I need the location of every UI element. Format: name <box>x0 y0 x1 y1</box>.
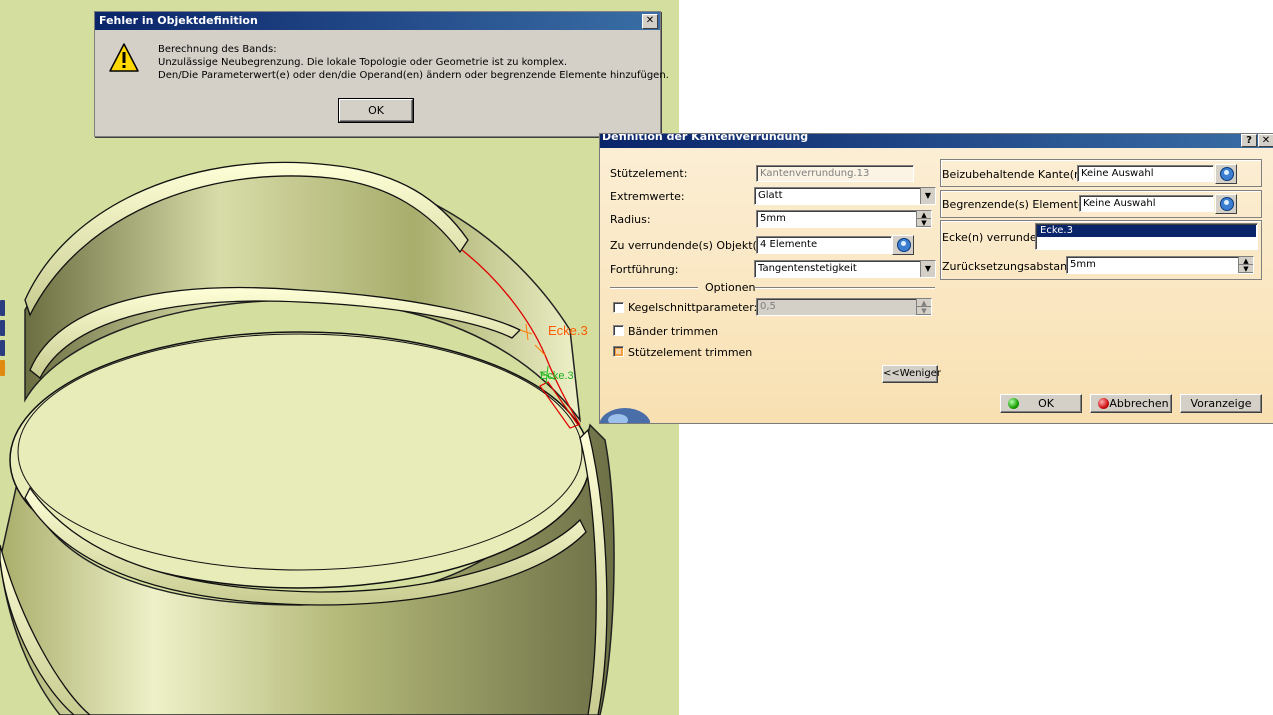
error-dialog-titlebar[interactable]: Fehler in Objektdefinition ✕ <box>95 12 660 30</box>
corners-label: Ecke(n) verrunden <box>942 231 1044 244</box>
trim-ribbons-checkbox[interactable] <box>613 325 624 336</box>
toolbar-icon[interactable] <box>0 340 5 356</box>
edges-to-keep-field[interactable]: Keine Auswahl <box>1077 165 1214 182</box>
propagation-label: Fortführung: <box>610 263 679 276</box>
edges-to-keep-label: Beizubehaltende Kante(n): <box>942 168 1090 181</box>
conic-spinner: ▲ ▼ <box>916 299 931 315</box>
setback-field[interactable]: 5mm ▲ ▼ <box>1066 256 1254 274</box>
trim-support-checkbox[interactable] <box>613 346 624 357</box>
setback-spinner[interactable]: ▲ ▼ <box>1238 257 1253 273</box>
radius-label: Radius: <box>610 213 651 226</box>
error-message: Berechnung des Bands: Unzulässige Neubeg… <box>158 43 669 82</box>
objects-select-button[interactable] <box>892 235 914 255</box>
preview-button[interactable]: Voranzeige <box>1180 394 1262 413</box>
trim-ribbons-label: Bänder trimmen <box>628 325 719 338</box>
limiting-label: Begrenzende(s) Element(e): <box>942 198 1097 211</box>
spin-down-icon: ▼ <box>917 307 931 315</box>
warning-icon <box>109 43 139 72</box>
radius-value: 5mm <box>760 213 786 224</box>
close-icon[interactable]: ✕ <box>642 14 658 29</box>
corners-list[interactable]: Ecke.3 <box>1035 223 1258 250</box>
cancel-button[interactable]: Abbrechen <box>1090 394 1172 413</box>
viewport-toolbar-strip <box>0 300 6 410</box>
ok-led-icon <box>1008 398 1019 409</box>
corner-label-main: Ecke.3 <box>548 323 588 338</box>
toolbar-icon[interactable] <box>0 320 5 336</box>
extremities-label: Extremwerte: <box>610 190 685 203</box>
toolbar-icon[interactable] <box>0 300 5 316</box>
ok-button[interactable]: OK <box>1000 394 1082 413</box>
ok-button-label: OK <box>1038 397 1054 410</box>
error-ok-button[interactable]: OK <box>338 98 414 123</box>
spin-down-icon[interactable]: ▼ <box>917 219 931 227</box>
spin-up-icon[interactable]: ▲ <box>1239 257 1253 265</box>
error-dialog: Fehler in Objektdefinition ✕ Berechnung … <box>94 11 669 137</box>
support-label: Stützelement: <box>610 167 688 180</box>
error-line: Unzulässige Neubegrenzung. Die lokale To… <box>158 57 568 68</box>
spin-up-icon[interactable]: ▲ <box>917 211 931 219</box>
spin-down-icon[interactable]: ▼ <box>1239 265 1253 273</box>
selection-icon <box>1220 197 1234 211</box>
options-divider <box>610 287 698 289</box>
options-divider <box>755 287 935 289</box>
list-item[interactable]: Ecke.3 <box>1037 225 1256 237</box>
setback-value: 5mm <box>1070 259 1096 270</box>
chevron-down-icon[interactable]: ▼ <box>920 188 935 204</box>
extremities-value: Glatt <box>758 190 783 201</box>
objects-label: Zu verrundende(s) Objekt(e): <box>610 239 772 252</box>
support-field: Kantenverrundung.13 <box>756 165 914 182</box>
radius-field[interactable]: 5mm ▲ ▼ <box>756 210 932 228</box>
help-icon[interactable]: ? <box>1241 134 1257 147</box>
toolbar-icon[interactable] <box>0 360 5 376</box>
selection-icon <box>897 238 911 252</box>
objects-field[interactable]: 4 Elemente <box>756 236 892 254</box>
options-heading: Optionen <box>705 281 756 294</box>
error-line: Den/Die Parameterwert(e) oder den/die Op… <box>158 70 669 81</box>
close-icon[interactable]: ✕ <box>1258 134 1273 147</box>
error-dialog-title: Fehler in Objektdefinition <box>99 14 258 27</box>
spin-up-icon: ▲ <box>917 299 931 307</box>
cancel-led-icon <box>1098 398 1109 409</box>
setback-label: Zurücksetzungsabstand: <box>942 260 1078 273</box>
conic-checkbox[interactable] <box>613 302 624 313</box>
edges-to-keep-select-button[interactable] <box>1215 164 1237 184</box>
radius-spinner[interactable]: ▲ ▼ <box>916 211 931 227</box>
limiting-field[interactable]: Keine Auswahl <box>1079 195 1214 212</box>
propagation-select[interactable]: Tangentenstetigkeit ▼ <box>754 260 936 278</box>
chevron-down-icon[interactable]: ▼ <box>920 261 935 277</box>
limiting-select-button[interactable] <box>1215 194 1237 214</box>
error-line: Berechnung des Bands: <box>158 44 277 55</box>
propagation-value: Tangentenstetigkeit <box>758 263 857 274</box>
extremities-select[interactable]: Glatt ▼ <box>754 187 936 205</box>
fillet-dialog-titlebar[interactable]: Definition der Kantenverrundung ? ✕ <box>600 134 1273 148</box>
fillet-dialog-title: Definition der Kantenverrundung <box>602 134 809 143</box>
corner-label-secondary: Ecke.3 <box>540 370 574 382</box>
trim-support-label: Stützelement trimmen <box>628 346 753 359</box>
fillet-definition-dialog: Definition der Kantenverrundung ? ✕ Stüt… <box>599 133 1273 424</box>
less-button[interactable]: <<Weniger <box>882 365 941 383</box>
selection-icon <box>1220 167 1234 181</box>
conic-value: 0,5 <box>760 301 776 312</box>
conic-field: 0,5 ▲ ▼ <box>756 298 932 316</box>
conic-label: Kegelschnittparameter: <box>628 301 758 314</box>
globe-icon <box>600 408 650 423</box>
